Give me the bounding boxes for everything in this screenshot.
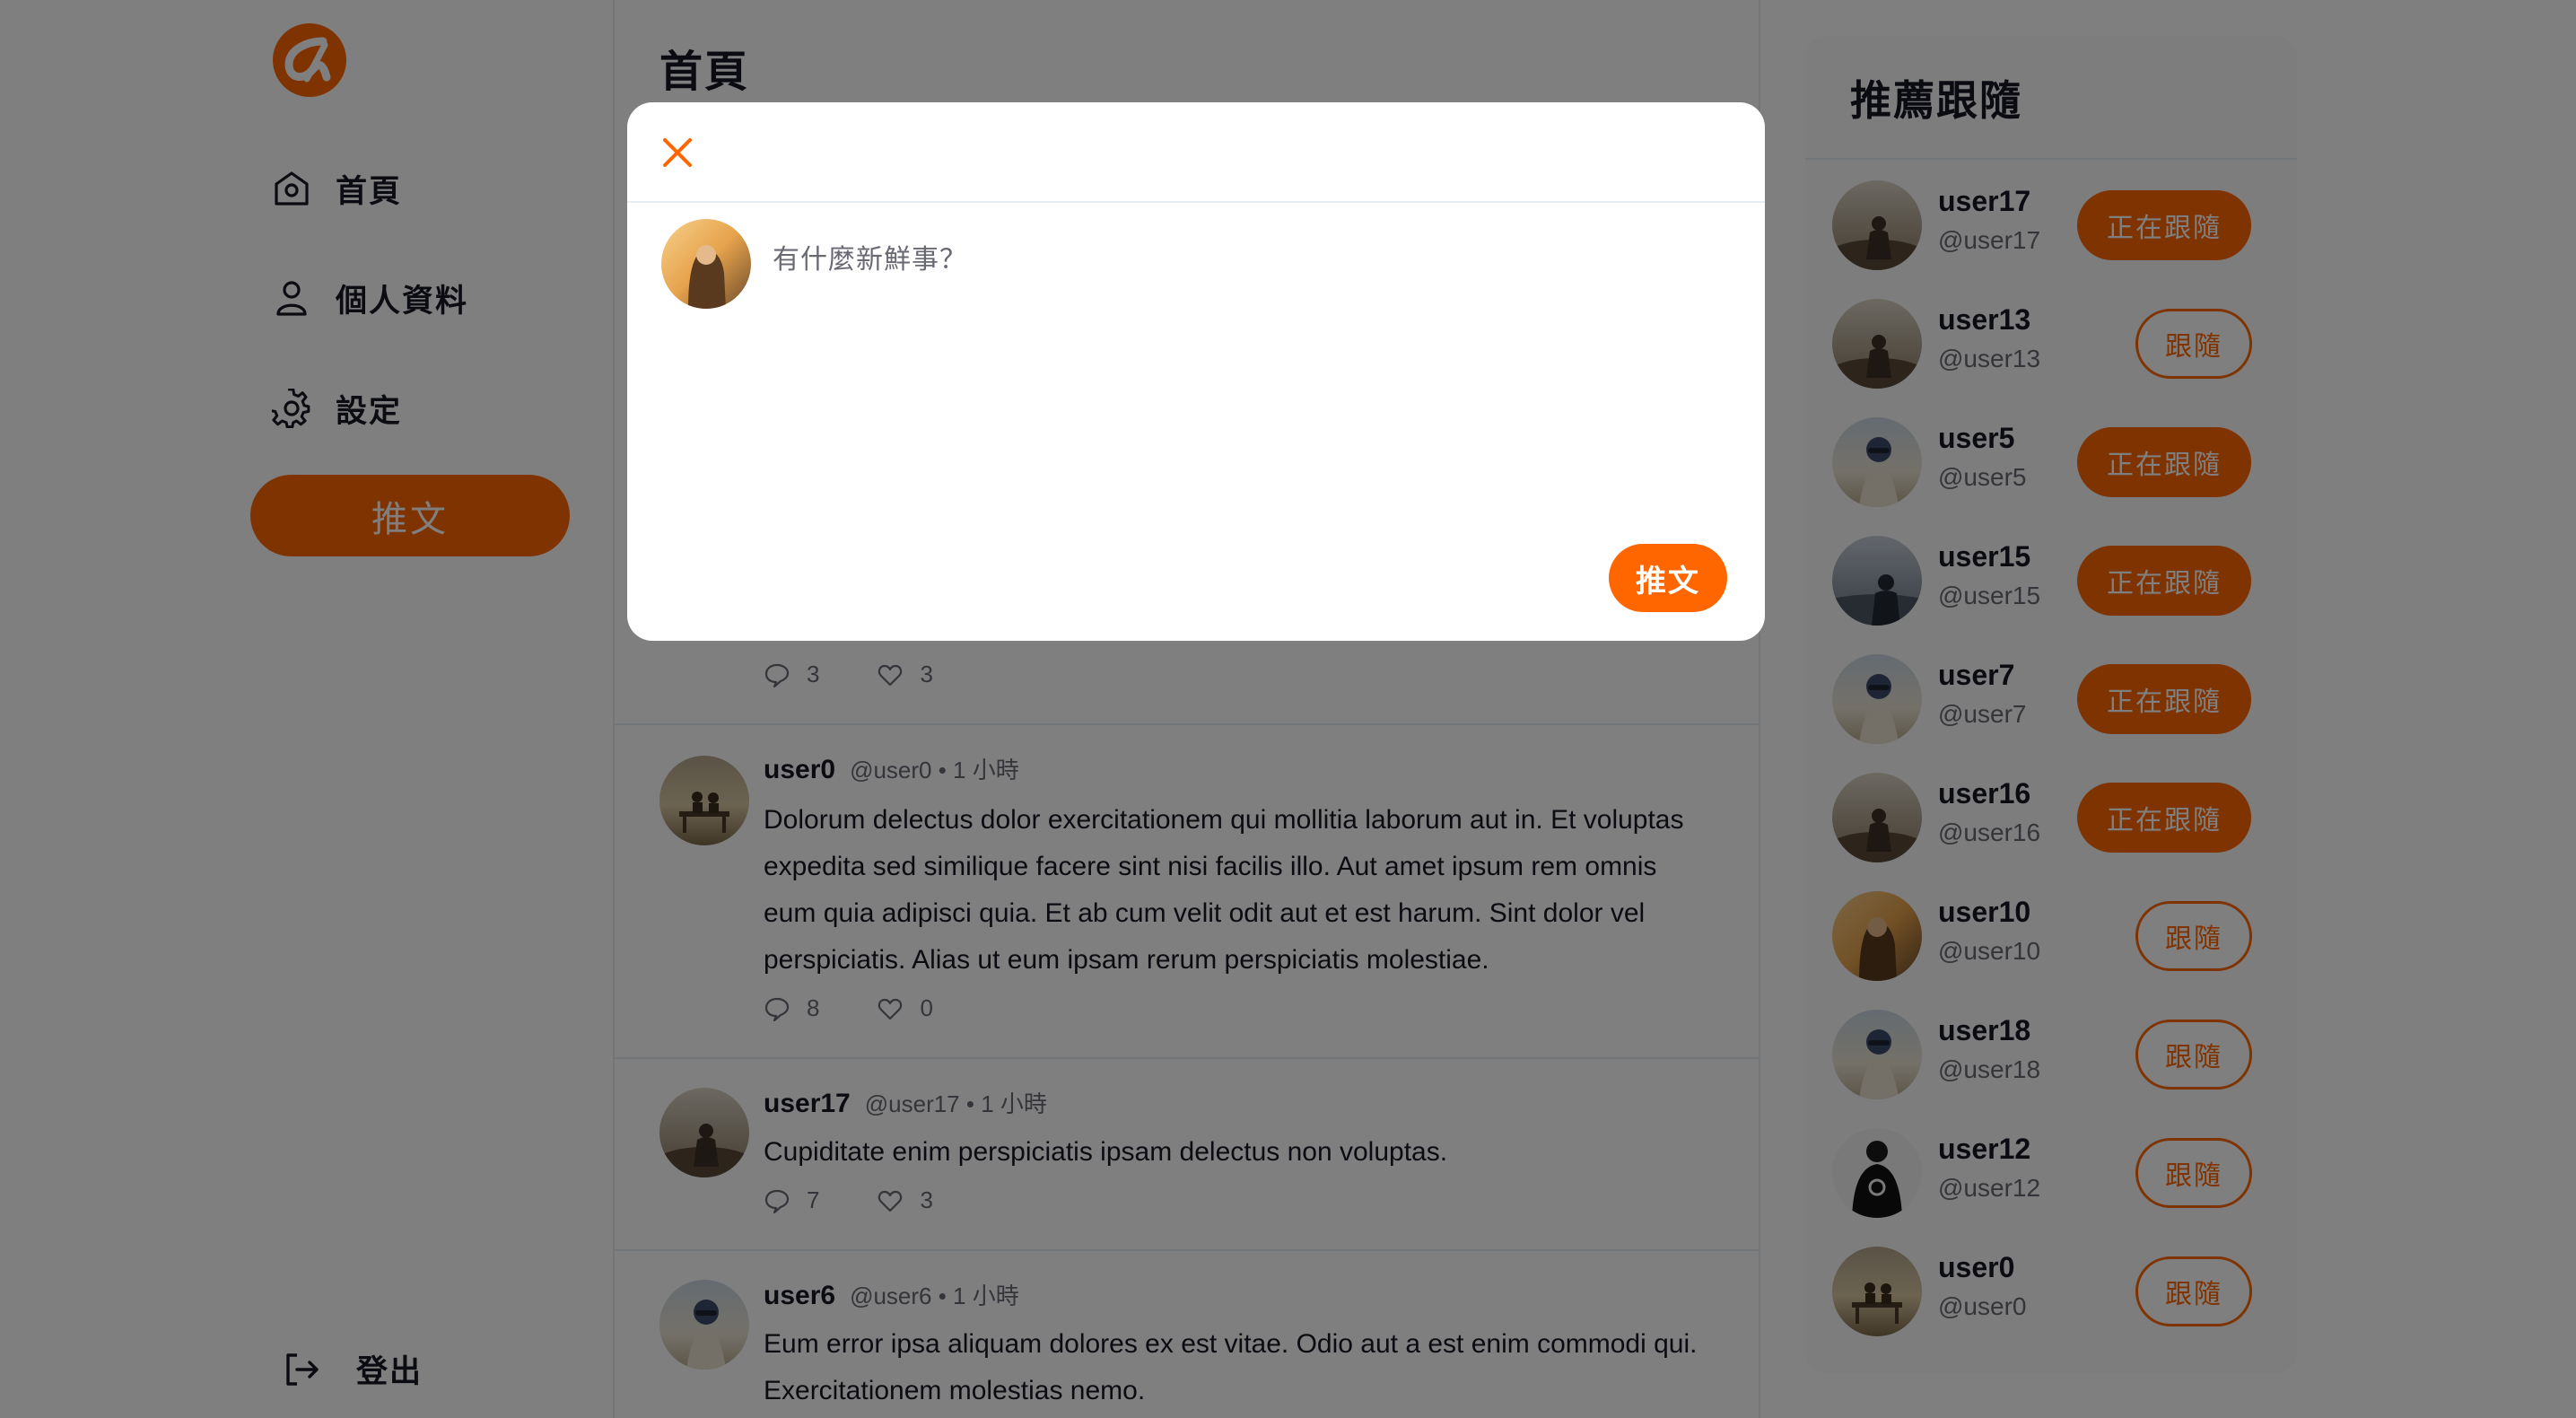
app-root: 首頁 個人資料 設定 推文 登出 首頁 3 bbox=[0, 0, 2576, 1418]
submit-tweet-button[interactable]: 推文 bbox=[1609, 544, 1727, 612]
close-icon[interactable] bbox=[659, 135, 695, 171]
avatar bbox=[661, 219, 751, 309]
compose-tweet-input[interactable] bbox=[773, 237, 1724, 506]
compose-tweet-modal: 推文 bbox=[627, 102, 1765, 641]
modal-header bbox=[627, 102, 1765, 203]
